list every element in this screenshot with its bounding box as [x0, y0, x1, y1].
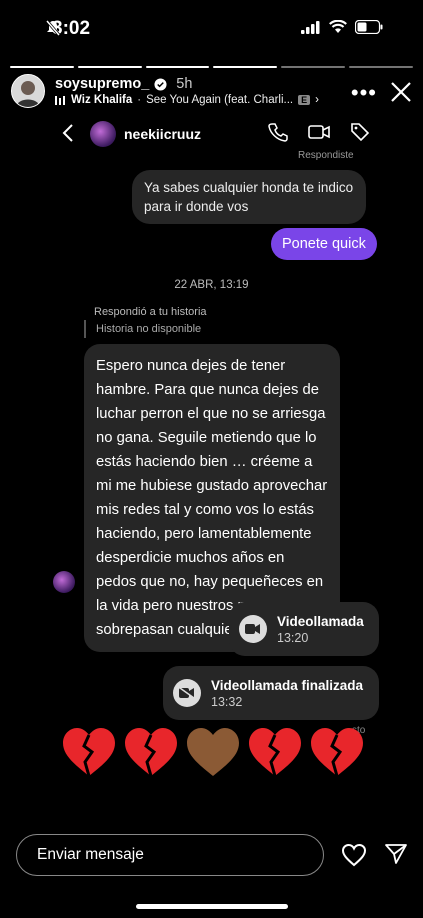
- story-avatar[interactable]: [11, 74, 45, 108]
- date-separator: 22 ABR, 13:19: [174, 279, 249, 291]
- explicit-badge: E: [298, 95, 311, 105]
- like-heart-icon[interactable]: [341, 843, 367, 867]
- story-time: 5h: [176, 76, 193, 92]
- wifi-icon: [329, 20, 347, 33]
- close-icon[interactable]: [389, 80, 413, 104]
- back-arrow-icon: [62, 124, 73, 142]
- silent-bell-icon: [46, 20, 60, 36]
- music-sticker[interactable]: Wiz Khalifa · See You Again (feat. Charl…: [55, 94, 319, 106]
- broken-heart-icon: [311, 728, 363, 777]
- broken-heart-icon: [249, 728, 301, 777]
- music-artist: Wiz Khalifa: [71, 94, 133, 106]
- music-song: See You Again (feat. Charli...: [146, 94, 294, 106]
- brown-heart-icon: [187, 728, 239, 776]
- call-time: 13:32: [211, 694, 243, 709]
- call-title: Videollamada: [277, 613, 364, 629]
- video-call-icon: [239, 615, 267, 643]
- video-call-bubble: Videollamada 13:20: [229, 602, 379, 656]
- verified-badge-icon: [154, 77, 167, 91]
- progress-segment: [213, 66, 278, 68]
- signal-icon: [301, 20, 320, 34]
- video-camera-icon: [308, 125, 330, 139]
- dm-contact-avatar: [90, 121, 116, 147]
- story-username-row[interactable]: soysupremo_ 5h: [55, 76, 192, 92]
- dm-contact-name: neekiicruuz: [124, 126, 202, 142]
- message-bubble-purple: Ponete quick: [271, 228, 377, 260]
- progress-segment: [10, 66, 74, 68]
- broken-heart-icon: [63, 728, 115, 777]
- music-separator: ·: [137, 94, 142, 106]
- heart-stickers: [60, 724, 366, 780]
- status-icons: [46, 20, 383, 36]
- progress-segment: [349, 66, 413, 68]
- video-call-ended-bubble: Videollamada finalizada 13:32: [163, 666, 379, 720]
- home-indicator: [136, 904, 288, 909]
- story-username[interactable]: soysupremo_: [55, 76, 149, 92]
- replied-to-story-label: Respondió a tu historia: [94, 306, 207, 318]
- avatar-photo: [12, 75, 44, 107]
- more-options-icon[interactable]: •••: [351, 80, 377, 106]
- progress-segment: [77, 66, 142, 68]
- music-bars-icon: [55, 95, 65, 105]
- story-progress-bar: [10, 66, 413, 68]
- call-title: Videollamada finalizada: [211, 677, 364, 693]
- send-icon[interactable]: [384, 842, 408, 866]
- tag-icon: [351, 123, 370, 142]
- broken-heart-icon: [125, 728, 177, 777]
- battery-icon: [355, 20, 383, 34]
- send-message-input[interactable]: [16, 834, 324, 876]
- chevron-right-icon: ›: [315, 94, 319, 106]
- phone-icon: [268, 123, 288, 142]
- video-call-ended-icon: [173, 679, 201, 707]
- progress-segment: [281, 66, 346, 68]
- progress-segment: [145, 66, 210, 68]
- sender-avatar: [53, 571, 75, 593]
- message-bubble-gray: Ya sabes cualquier honda te indico para …: [132, 170, 366, 224]
- story-unavailable-label: Historia no disponible: [84, 320, 201, 338]
- dm-header-icons: [268, 122, 370, 142]
- call-time: 13:20: [277, 630, 309, 645]
- replied-label: Respondiste: [298, 150, 354, 161]
